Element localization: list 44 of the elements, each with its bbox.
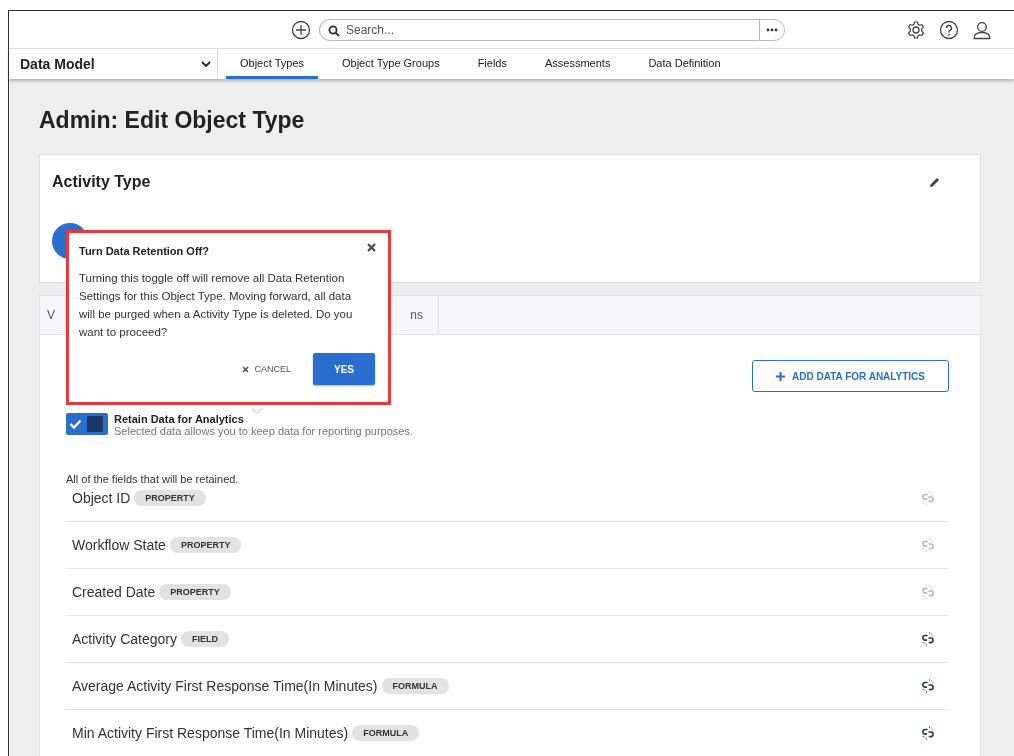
retention-toggle[interactable] [66,413,108,435]
check-icon [69,419,82,429]
add-data-button[interactable]: ADD DATA FOR ANALYTICS [752,360,949,392]
settings-icon[interactable] [906,19,926,40]
more-icon[interactable] [766,27,778,32]
field-name: Created Date [72,584,156,600]
nav-tab[interactable]: Object Type Groups [328,49,454,79]
plus-icon [776,371,785,381]
chevron-down-icon [201,60,211,68]
user-icon[interactable] [972,19,992,40]
field-name: Object ID [72,490,131,506]
nav-tab[interactable]: Data Definition [634,49,735,79]
field-type-tag: PROPERTY [169,537,242,553]
field-name: Min Activity First Response Time(In Minutes) [72,725,349,741]
nav-tab[interactable]: Fields [463,49,521,79]
popover-title: Turn Data Retention Off? [79,245,209,257]
toggle-description: Selected data allows you to keep data for reporting purposes. [114,425,414,437]
field-name: Activity Category [72,631,178,647]
field-type-tag: PROPERTY [134,490,206,506]
card-title: Activity Type [52,173,151,191]
field-type-tag: FORMULA [381,678,449,694]
field-type-tag: FORMULA [352,725,420,741]
unlink-icon[interactable] [920,725,936,741]
search-field[interactable]: Search... [319,18,759,41]
unlink-icon[interactable] [920,631,936,647]
page-title: Admin: Edit Object Type [39,107,306,134]
add-icon[interactable] [291,19,311,40]
unlink-icon[interactable] [920,678,936,694]
close-icon [242,365,250,373]
nav-tab[interactable]: Object Types [226,49,318,79]
popover-message: Turning this toggle off will remove all Data Retention Settings for this Object Type. Moving forward, all data will be purged when a Activity Type is deleted. Do you want to proceed? [79,271,354,340]
cancel-button[interactable]: CANCEL [242,364,291,374]
close-icon[interactable] [367,243,376,252]
module-dropdown[interactable]: Data Model [9,49,218,79]
toggle-label: Retain Data for Analytics [114,413,245,425]
field-type-tag: FIELD [181,631,230,647]
fields-caption: All of the fields that will be retained. [66,473,240,485]
field-name: Workflow State [72,537,166,553]
field-name: Average Activity First Response Time(In Minutes) [72,678,378,694]
field-type-tag: PROPERTY [159,584,231,600]
nav-tab[interactable]: Assessments [530,49,625,79]
edit-icon[interactable] [929,177,940,188]
help-icon[interactable] [939,19,959,40]
yes-button[interactable]: YES [313,353,375,385]
